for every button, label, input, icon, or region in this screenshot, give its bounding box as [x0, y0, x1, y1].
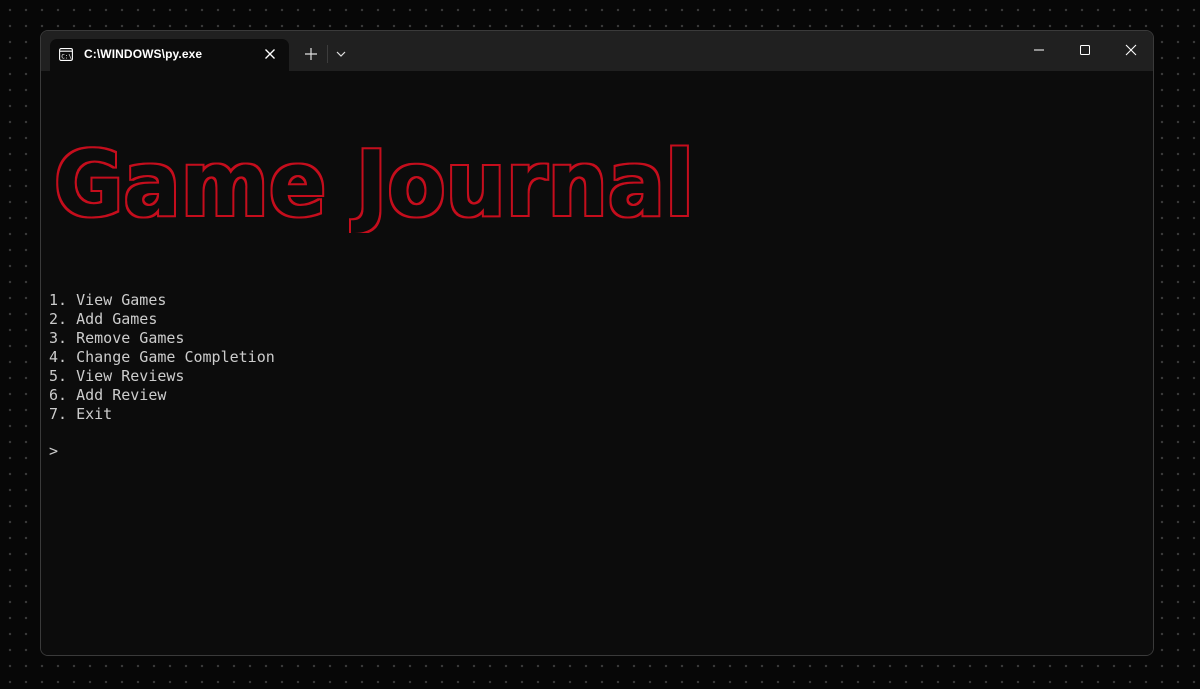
banner-text: Game Journal	[54, 132, 694, 233]
menu-item: 1. View Games	[49, 291, 167, 309]
console-icon: C:\	[59, 48, 73, 61]
terminal-window: C:\ C:\WINDOWS\py.exe Game Journal 1. Vi…	[40, 30, 1154, 656]
menu-item: 5. View Reviews	[49, 367, 185, 385]
menu-item: 4. Change Game Completion	[49, 348, 275, 366]
maximize-button[interactable]	[1062, 31, 1108, 71]
main-menu: 1. View Games 2. Add Games 3. Remove Games…	[49, 291, 275, 424]
menu-item: 2. Add Games	[49, 310, 158, 328]
tab-py-exe[interactable]: C:\ C:\WINDOWS\py.exe	[50, 39, 289, 71]
title-bar[interactable]: C:\ C:\WINDOWS\py.exe	[41, 31, 1153, 71]
ascii-banner: Game Journal	[54, 132, 694, 233]
svg-text:C:\: C:\	[61, 54, 72, 61]
menu-item: 6. Add Review	[49, 386, 167, 404]
maximize-icon	[1080, 45, 1090, 55]
menu-item: 7. Exit	[49, 405, 113, 423]
close-icon	[1125, 44, 1137, 56]
new-tab-icon[interactable]	[300, 43, 322, 65]
close-window-button[interactable]	[1108, 31, 1153, 71]
minimize-icon	[1034, 49, 1044, 51]
menu-item: 3. Remove Games	[49, 329, 185, 347]
tab-separator	[327, 45, 328, 63]
input-prompt[interactable]: >	[49, 442, 58, 461]
chevron-down-icon[interactable]	[331, 43, 351, 65]
tab-title: C:\WINDOWS\py.exe	[84, 47, 203, 61]
console-area[interactable]: Game Journal 1. View Games 2. Add Games 3.…	[41, 71, 1153, 655]
close-tab-icon[interactable]	[263, 47, 277, 61]
minimize-button[interactable]	[1016, 31, 1062, 71]
